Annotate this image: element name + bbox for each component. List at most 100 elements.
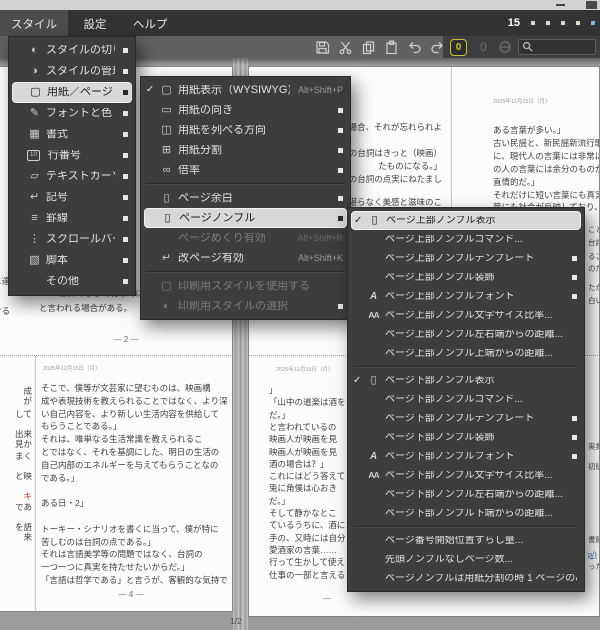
menu-item-label: ページノンブル: [179, 213, 330, 224]
cut-icon[interactable]: [337, 39, 353, 55]
text-line: もらうことである。」: [41, 422, 121, 431]
nombre-menu-item-16[interactable]: ページ下部ノンブル下端からの距離...: [348, 504, 584, 523]
nombre-menu-item-15[interactable]: ページ下部ノンブル左右端からの距離...: [348, 485, 584, 504]
check-icon: ✓: [146, 85, 159, 95]
paper-menu-item-0[interactable]: ✓▢用紙表示（WYSIWYG）Alt+Shift+P: [141, 80, 350, 100]
nombre-menu-item-2[interactable]: ページ上部ノンブルテンプレート: [348, 249, 584, 268]
search-box[interactable]: [518, 39, 596, 55]
submenu-indicator-icon: [123, 237, 128, 242]
paper-menu-item-8[interactable]: ページめくり有効Alt+Shift+R: [141, 228, 350, 248]
nombre-menu-item-0[interactable]: ✓▯ページ上部ノンブル表示: [351, 211, 581, 230]
style-menu-item-10[interactable]: ▧脚本: [9, 250, 135, 271]
menu-item-label: ページ下部ノンブル左右端からの距離...: [385, 490, 577, 500]
nombre-menu-item-4[interactable]: Aページ上部ノンブルフォント: [348, 287, 584, 306]
save-icon[interactable]: [314, 39, 330, 55]
paper-menu-item-9[interactable]: ↵改ページ有効Alt+Shift+K: [141, 248, 350, 268]
text-line: それだけに短い言葉にも真実がある。短: [493, 191, 600, 200]
zero-toggle-active-icon[interactable]: 0: [450, 39, 467, 56]
nombre-menu-item-7[interactable]: ページ上部ノンブル上端からの距離...: [348, 344, 584, 363]
style-menu-item-5[interactable]: 10行番号: [9, 145, 135, 166]
style-menu-item-0[interactable]: ◐スタイルの切り換え: [9, 40, 135, 61]
nombre-menu-item-20[interactable]: ページノンブルは用紙分割の時 1 ページのみ表示: [348, 569, 584, 588]
nombre-menu-item-19[interactable]: 先頭ノンブルなしページ数...: [348, 550, 584, 569]
window-corner-button[interactable]: [586, 1, 597, 9]
style-menu-item-3[interactable]: ✎フォントと色: [9, 103, 135, 124]
menu-item-label: 用紙分割: [178, 145, 330, 156]
line-number-icon: 10: [27, 150, 40, 161]
text-line: そして静かなとこ: [269, 509, 337, 518]
paper-menu-item-7[interactable]: ▯ページノンブル: [144, 208, 347, 228]
nombre-menu-item-1[interactable]: ページ上部ノンブルコマンド...: [348, 230, 584, 249]
text-fragment: を語: [0, 523, 32, 532]
style-menu-item-11[interactable]: その他: [9, 271, 135, 292]
submenu-indicator-icon: [338, 128, 343, 133]
style-menu-item-4[interactable]: ▦書式: [9, 124, 135, 145]
text-line: 行って生かして使え: [269, 558, 345, 567]
menubar-item-settings[interactable]: 設定: [72, 10, 117, 37]
paper-menu-item-11[interactable]: ▢印刷用スタイルを使用する: [141, 276, 350, 296]
dot-indicator: [531, 21, 535, 25]
style-menu-item-1[interactable]: ◑スタイルの管理: [9, 61, 135, 82]
style-menu-item-6[interactable]: ▱テキストカーソルとIME: [9, 166, 135, 187]
style-menu-item-2[interactable]: ▢用紙／ページ: [12, 82, 132, 103]
redo-icon[interactable]: [429, 39, 445, 55]
nombre-menu-item-10[interactable]: ページ下部ノンブルコマンド...: [348, 390, 584, 409]
menu-item-label: ページ下部ノンブル文字サイズ比率...: [385, 471, 577, 481]
copy-icon[interactable]: [360, 39, 376, 55]
style-menu-item-8[interactable]: ≡罫線: [9, 208, 135, 229]
menubar-item-style[interactable]: スタイル: [0, 10, 68, 37]
nombre-menu-item-13[interactable]: Aページ下部ノンブルフォント: [348, 447, 584, 466]
nombre-menu-item-9[interactable]: ✓▯ページ下部ノンブル表示: [348, 371, 584, 390]
dot-indicator: [546, 21, 550, 25]
paper-menu-separator: [146, 271, 345, 273]
nombre-menu-item-5[interactable]: AAページ上部ノンブル文字サイズ比率...: [348, 306, 584, 325]
text-fragment: が: [0, 397, 32, 406]
dot-indicator: [561, 21, 565, 25]
menu-item-label: 用紙／ページ: [47, 87, 115, 98]
print-style-icon: ◐: [159, 301, 174, 312]
font-color-icon: ✎: [27, 108, 42, 119]
paper-menu-item-12[interactable]: ◐印刷用スタイルの選択: [141, 296, 350, 316]
circle-minus-icon[interactable]: [498, 40, 512, 59]
nombre-menu-item-12[interactable]: ページ下部ノンブル装飾: [348, 428, 584, 447]
nombre-menu-item-3[interactable]: ページ上部ノンブル装飾: [348, 268, 584, 287]
script-clap-icon: ▧: [27, 255, 42, 266]
text-fragment: 来: [0, 533, 32, 542]
text-line: 一つ一つに真実を持たせたいからだ。」: [41, 563, 190, 572]
zero-toggle-icon[interactable]: 0: [476, 39, 491, 54]
submenu-indicator-icon: [123, 174, 128, 179]
nombre-menu-item-11[interactable]: ページ下部ノンブルテンプレート: [348, 409, 584, 428]
submenu-indicator-icon: [123, 69, 128, 74]
menu-item-label: スクロールバー: [46, 234, 115, 245]
submenu-indicator-icon: [338, 216, 343, 221]
paper-menu-item-6[interactable]: ▯ページ余白: [141, 188, 350, 208]
print-doc-icon: ▢: [159, 281, 174, 292]
paper-menu-separator: [146, 183, 345, 185]
submenu-indicator-icon: [338, 168, 343, 173]
text-fragment: と映: [0, 472, 32, 481]
menu-item-label: ページ余白: [178, 193, 330, 204]
text-fragment: まく: [0, 452, 32, 461]
undo-icon[interactable]: [406, 39, 422, 55]
paper-menu-item-1[interactable]: ▭用紙の向き: [141, 100, 350, 120]
format-grid-icon: ▦: [27, 129, 42, 140]
search-input[interactable]: [533, 40, 592, 53]
paper-menu-item-3[interactable]: ⊞ 用紙分割: [141, 140, 350, 160]
nombre-menu-item-14[interactable]: AAページ下部ノンブル文字サイズ比率...: [348, 466, 584, 485]
menubar-item-help[interactable]: ヘルプ: [122, 10, 179, 37]
page-indicator: 1/2: [222, 616, 250, 626]
paper-menu-item-2[interactable]: ◫用紙を列べる方向: [141, 120, 350, 140]
text-line: これにはどう答えて: [269, 472, 345, 481]
menu-item-label: ページ番号開始位置ずらし量...: [385, 536, 577, 546]
paste-icon[interactable]: [383, 39, 399, 55]
style-menu-item-7[interactable]: ↵記号: [9, 187, 135, 208]
menu-item-label: ページ上部ノンブル左右端からの距離...: [385, 330, 577, 340]
page-lower-left[interactable]: 2025年12月15日（月）そこで、僕等が文芸家に望むものは、映画構成や表現技術…: [0, 356, 233, 612]
nombre-menu-item-18[interactable]: ページ番号開始位置ずらし量...: [348, 531, 584, 550]
minimize-icon[interactable]: [556, 4, 565, 6]
text-fragment: p/): [588, 551, 597, 559]
paper-menu-item-4[interactable]: ∞倍率: [141, 160, 350, 180]
page-split-icon: ⊞: [159, 145, 174, 156]
style-menu-item-9[interactable]: ⋮スクロールバー: [9, 229, 135, 250]
nombre-menu-item-6[interactable]: ページ上部ノンブル左右端からの距離...: [348, 325, 584, 344]
